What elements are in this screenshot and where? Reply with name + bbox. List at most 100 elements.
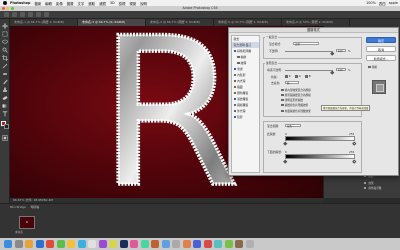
menu-layer[interactable]: 圖層: [67, 1, 74, 6]
layer-effect-item[interactable]: 斜角和浮雕: [364, 186, 381, 190]
close-window-button[interactable]: [2, 7, 5, 10]
option-checkbox[interactable]: 將內部效果混合為群組: [281, 88, 311, 92]
app-icon[interactable]: [46, 240, 54, 248]
checkbox-icon[interactable]: [281, 98, 284, 102]
app-icon[interactable]: [88, 240, 96, 248]
channel-r-checkbox[interactable]: R: [285, 75, 291, 78]
app-icon[interactable]: [161, 240, 170, 248]
app-icon[interactable]: [98, 240, 107, 248]
app-icon[interactable]: [172, 240, 180, 248]
menu-window[interactable]: 視窗: [129, 1, 136, 6]
menu-image[interactable]: 影像: [56, 1, 63, 6]
blend-if-select[interactable]: 灰色: [285, 123, 301, 127]
menu-edit[interactable]: 編輯: [45, 1, 52, 6]
eyedropper-tool-icon[interactable]: [2, 63, 8, 69]
checkbox-icon[interactable]: [233, 49, 237, 53]
app-icon[interactable]: [203, 240, 212, 248]
lasso-tool-icon[interactable]: [2, 39, 8, 45]
tab-mini-bridge[interactable]: Mini Bridge: [10, 205, 26, 209]
checkbox-icon[interactable]: [233, 73, 237, 77]
eye-icon[interactable]: [364, 181, 367, 185]
preview-checkbox[interactable]: 預視: [368, 65, 377, 69]
zoom-window-button[interactable]: [10, 7, 14, 10]
fill-opacity-slider[interactable]: [285, 69, 333, 71]
app-icon[interactable]: [77, 240, 86, 248]
stamp-tool-icon[interactable]: [2, 87, 8, 93]
minimize-window-button[interactable]: [6, 7, 10, 10]
channel-g-checkbox[interactable]: G: [295, 75, 301, 78]
user-label[interactable]: apple: [389, 1, 398, 5]
checkbox-icon[interactable]: [233, 109, 237, 113]
app-icon[interactable]: [182, 240, 191, 248]
checkbox-icon[interactable]: [233, 103, 237, 107]
option-icon[interactable]: [36, 12, 41, 17]
knockout-select[interactable]: 無: [285, 80, 299, 84]
checkbox-icon[interactable]: [281, 88, 284, 92]
ok-button[interactable]: 確定: [366, 37, 396, 43]
background-color-swatch[interactable]: [3, 123, 9, 129]
finder-icon[interactable]: [4, 240, 12, 248]
app-icon[interactable]: [151, 240, 159, 248]
eye-icon[interactable]: [364, 186, 367, 190]
channel-b-checkbox[interactable]: B: [305, 75, 311, 78]
app-icon[interactable]: [35, 240, 44, 248]
app-icon[interactable]: [214, 240, 222, 248]
doc-tab[interactable]: 未命名-4 @ 66.7% (圖層 2, RGB/8): [146, 19, 214, 26]
underlying-layer-gradient-bar[interactable]: [285, 154, 355, 159]
checkbox-icon[interactable]: [295, 75, 298, 78]
checkbox-icon[interactable]: [233, 115, 237, 119]
app-icon[interactable]: [56, 240, 65, 248]
option-checkbox[interactable]: 圖層遮色片隱藏效果: [281, 103, 308, 107]
app-icon[interactable]: [130, 240, 138, 248]
menu-type[interactable]: 文字: [78, 1, 85, 6]
checkbox-icon[interactable]: [233, 85, 237, 89]
checkbox-icon[interactable]: [233, 97, 237, 101]
new-style-button[interactable]: 新增樣式...: [366, 55, 396, 61]
this-layer-gradient-bar[interactable]: [285, 136, 355, 141]
app-icon[interactable]: [67, 240, 75, 248]
tool-preset-icon[interactable]: [4, 12, 9, 17]
checkbox-icon[interactable]: [305, 75, 308, 78]
brush-tool-icon[interactable]: [2, 79, 8, 85]
cancel-button[interactable]: 取消: [366, 46, 396, 52]
crop-tool-icon[interactable]: [2, 55, 8, 61]
type-tool-icon[interactable]: [2, 111, 8, 117]
menu-3d[interactable]: 3D: [110, 1, 115, 5]
checkbox-icon[interactable]: [281, 93, 284, 97]
menu-filter[interactable]: 濾鏡: [99, 1, 106, 6]
trash-icon[interactable]: [245, 240, 254, 248]
move-tool-icon[interactable]: [2, 23, 8, 29]
app-icon[interactable]: [235, 240, 243, 248]
marquee-tool-icon[interactable]: [2, 31, 8, 37]
app-icon[interactable]: [109, 240, 117, 248]
quick-mask-icon[interactable]: [2, 135, 8, 141]
menu-help[interactable]: 說明: [140, 1, 147, 6]
checkbox-icon[interactable]: [233, 67, 237, 71]
checkbox-icon[interactable]: [233, 79, 237, 83]
option-checkbox[interactable]: 將剪裁圖層混合為群組: [281, 93, 311, 97]
checkbox-icon[interactable]: [368, 65, 371, 69]
app-icon[interactable]: [140, 240, 149, 248]
option-icon[interactable]: [20, 12, 25, 17]
tab-timeline[interactable]: 時間軸: [31, 205, 39, 209]
checkbox-icon[interactable]: [237, 55, 240, 59]
checkbox-icon[interactable]: [281, 109, 284, 113]
style-item-drop-shadow[interactable]: 陰影: [232, 114, 259, 120]
eraser-tool-icon[interactable]: [2, 95, 8, 101]
app-menu[interactable]: Photoshop: [10, 1, 30, 5]
checkbox-icon[interactable]: [281, 103, 284, 107]
option-checkbox[interactable]: 向量圖遮色片隱藏效果: [281, 109, 311, 113]
app-icon[interactable]: [193, 240, 201, 248]
photoshop-icon[interactable]: [119, 240, 128, 248]
gradient-tool-icon[interactable]: [2, 103, 8, 109]
file-thumbnail[interactable]: R: [19, 216, 35, 229]
app-icon[interactable]: [25, 240, 33, 248]
app-icon[interactable]: [224, 240, 233, 248]
checkbox-icon[interactable]: [233, 91, 237, 95]
option-icon[interactable]: [28, 12, 33, 17]
menu-file[interactable]: 檔案: [34, 1, 41, 6]
doc-tab-active[interactable]: 未命名-3 @ 66.7% (R, RGB/8): [78, 19, 146, 26]
healing-brush-tool-icon[interactable]: [2, 71, 8, 77]
checkbox-icon[interactable]: [285, 75, 288, 78]
option-checkbox[interactable]: 透明度形狀圖層: [281, 98, 303, 102]
